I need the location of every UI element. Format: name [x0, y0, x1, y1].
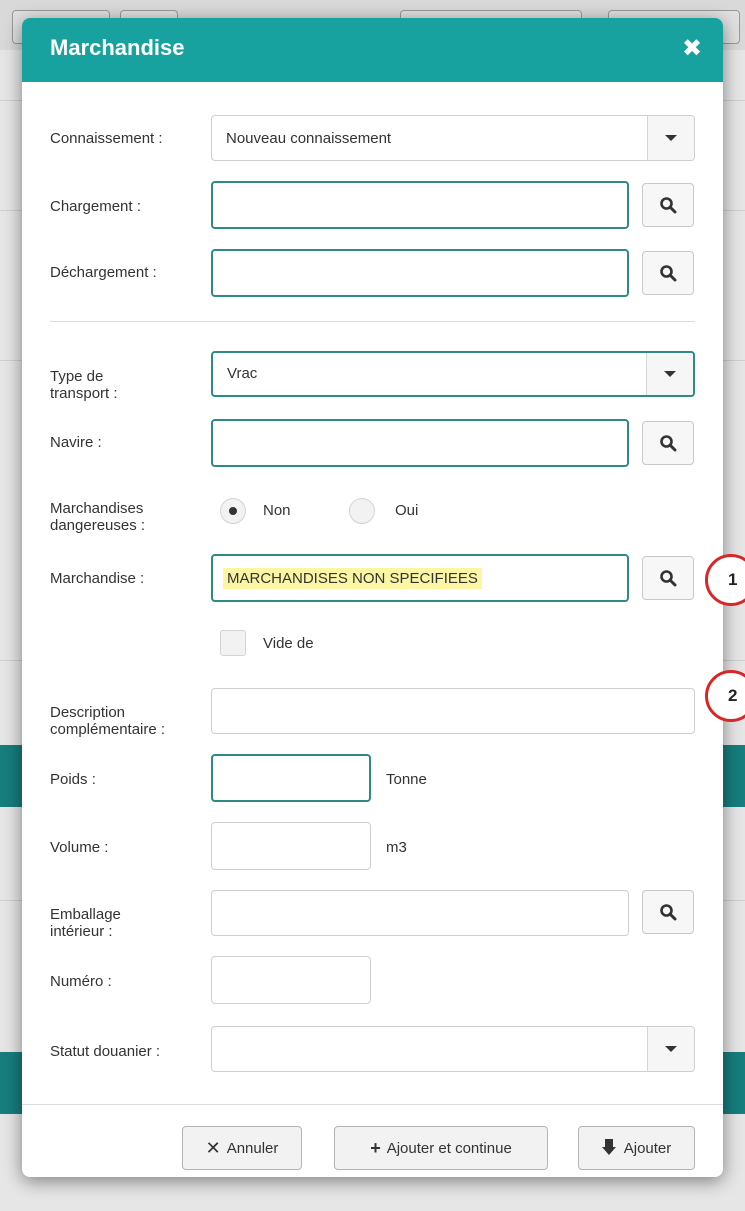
- download-icon: [601, 1139, 616, 1155]
- chevron-down-icon[interactable]: [646, 353, 693, 395]
- poids-unit: Tonne: [386, 771, 427, 788]
- add-continue-button-label: Ajouter et continue: [386, 1139, 512, 1157]
- emballage-label: Emballage intérieur :: [50, 906, 121, 940]
- marchandise-search-button[interactable]: [642, 556, 694, 600]
- statut-douanier-select[interactable]: [211, 1026, 695, 1072]
- navire-search-button[interactable]: [642, 421, 694, 465]
- vide-de-label: Vide de: [263, 635, 314, 652]
- numero-label: Numéro :: [50, 973, 112, 990]
- dangereuses-label-line1: Marchandises: [50, 500, 144, 517]
- numero-text[interactable]: [226, 971, 356, 989]
- marchandise-dialog: Marchandise ✖ Connaissement : Nouveau co…: [22, 18, 723, 1177]
- close-icon: ✕: [205, 1137, 221, 1158]
- navire-text[interactable]: [227, 434, 613, 452]
- type-transport-label-line2: transport :: [50, 385, 118, 402]
- add-button-label: Ajouter: [623, 1139, 672, 1157]
- plus-icon: +: [370, 1137, 381, 1158]
- section-divider: [50, 321, 695, 322]
- emballage-label-line2: intérieur :: [50, 923, 113, 940]
- background-band: [723, 1052, 745, 1114]
- cancel-button-label: Annuler: [226, 1139, 279, 1157]
- footer-divider: [22, 1104, 723, 1105]
- radio-oui[interactable]: [349, 498, 375, 524]
- search-icon: [660, 904, 677, 921]
- dangereuses-label: Marchandises dangereuses :: [50, 500, 145, 534]
- marchandise-value: MARCHANDISES NON SPECIFIEES: [223, 567, 482, 589]
- volume-input[interactable]: [211, 822, 371, 870]
- chevron-down-icon[interactable]: [647, 1027, 694, 1071]
- description-label-line2: complémentaire :: [50, 721, 166, 738]
- emballage-label-line1: Emballage: [50, 906, 121, 923]
- search-icon: [660, 570, 677, 587]
- poids-label: Poids :: [50, 771, 96, 788]
- search-icon: [660, 265, 677, 282]
- type-transport-label-line1: Type de: [50, 368, 104, 385]
- numero-input[interactable]: [211, 956, 371, 1004]
- marchandise-label: Marchandise :: [50, 570, 145, 587]
- description-text[interactable]: [226, 702, 680, 720]
- dechargement-input[interactable]: [211, 249, 629, 297]
- emballage-search-button[interactable]: [642, 890, 694, 934]
- connaissement-value: Nouveau connaissement: [226, 129, 392, 147]
- dialog-header: Marchandise ✖: [22, 18, 723, 82]
- marchandise-input[interactable]: MARCHANDISES NON SPECIFIEES: [211, 554, 629, 602]
- add-button[interactable]: Ajouter: [578, 1126, 695, 1170]
- navire-label: Navire :: [50, 434, 102, 451]
- navire-input[interactable]: [211, 419, 629, 467]
- radio-non-label: Non: [263, 502, 291, 519]
- background-band: [0, 745, 22, 807]
- dialog-title: Marchandise: [50, 35, 185, 60]
- dangereuses-label-line2: dangereuses :: [50, 517, 146, 534]
- chargement-label: Chargement :: [50, 198, 141, 215]
- vide-de-checkbox[interactable]: [220, 630, 246, 656]
- volume-text[interactable]: [226, 837, 356, 855]
- connaissement-select[interactable]: Nouveau connaissement: [211, 115, 695, 161]
- chargement-input[interactable]: [211, 181, 629, 229]
- poids-text[interactable]: [227, 769, 355, 787]
- dechargement-label: Déchargement :: [50, 264, 157, 281]
- description-label: Description complémentaire :: [50, 704, 165, 738]
- emballage-text[interactable]: [226, 904, 614, 922]
- volume-label: Volume :: [50, 839, 109, 856]
- description-input[interactable]: [211, 688, 695, 734]
- emballage-input[interactable]: [211, 890, 629, 936]
- radio-oui-label: Oui: [395, 502, 419, 519]
- search-icon: [660, 197, 677, 214]
- background-band: [723, 745, 745, 807]
- search-icon: [660, 435, 677, 452]
- chevron-down-icon[interactable]: [647, 116, 694, 160]
- background-band: [0, 1052, 22, 1114]
- dechargement-text[interactable]: [227, 264, 613, 282]
- connaissement-label: Connaissement :: [50, 130, 163, 147]
- chargement-text[interactable]: [227, 196, 613, 214]
- radio-non[interactable]: [220, 498, 246, 524]
- type-transport-label: Type de transport :: [50, 368, 118, 402]
- cancel-button[interactable]: ✕ Annuler: [182, 1126, 302, 1170]
- poids-input[interactable]: [211, 754, 371, 802]
- type-transport-select[interactable]: Vrac: [211, 351, 695, 397]
- statut-douanier-label: Statut douanier :: [50, 1043, 161, 1060]
- description-label-line1: Description: [50, 704, 126, 721]
- chargement-search-button[interactable]: [642, 183, 694, 227]
- dechargement-search-button[interactable]: [642, 251, 694, 295]
- add-continue-button[interactable]: + Ajouter et continue: [334, 1126, 548, 1170]
- type-transport-value: Vrac: [227, 365, 258, 382]
- close-icon[interactable]: ✖: [681, 37, 703, 61]
- volume-unit: m3: [386, 839, 407, 856]
